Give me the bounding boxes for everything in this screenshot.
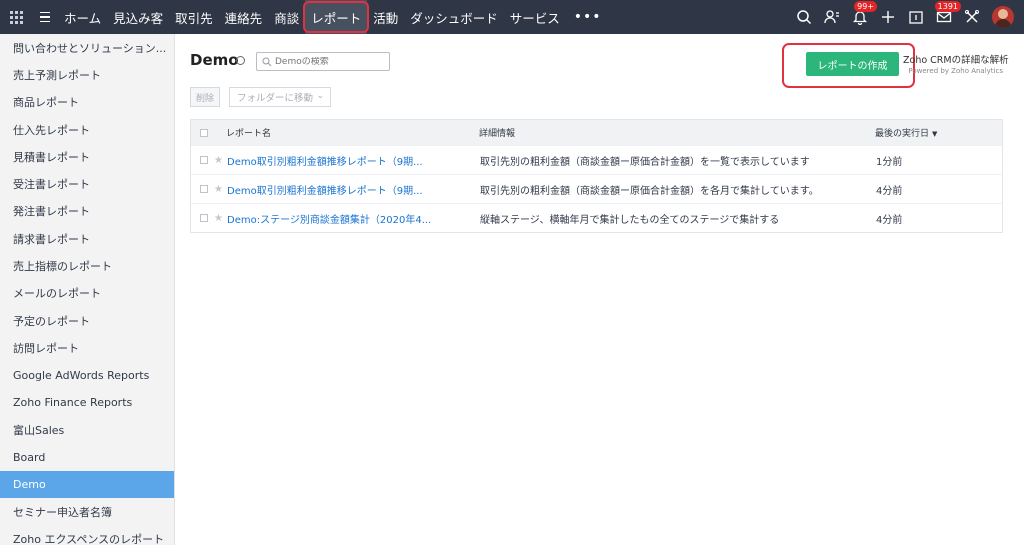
- star-icon[interactable]: ★: [214, 213, 226, 224]
- notification-bell-icon[interactable]: 99+: [846, 0, 877, 34]
- zoho-analytics-link[interactable]: Zoho CRMの詳細な解析 Powered by Zoho Analytics: [903, 52, 1009, 75]
- select-all-checkbox[interactable]: [200, 128, 211, 137]
- sidebar-item-purchase-order[interactable]: 発注書レポート: [0, 198, 174, 225]
- column-details: 詳細情報: [479, 129, 516, 139]
- sidebar-item-google-adwords[interactable]: Google AdWords Reports: [0, 362, 174, 389]
- tab-deals[interactable]: 商談: [268, 0, 305, 34]
- sidebar-item-quote[interactable]: 見積書レポート: [0, 143, 174, 170]
- row-checkbox[interactable]: [200, 214, 211, 222]
- globe-icon: [236, 56, 245, 65]
- top-navigation: ホーム 見込み客 取引先 連絡先 商談 レポート 活動 ダッシュボード サービス…: [0, 0, 1024, 34]
- mail-icon[interactable]: 1391: [930, 0, 961, 34]
- create-report-button[interactable]: レポートの作成: [806, 52, 899, 76]
- star-icon[interactable]: ★: [214, 184, 226, 195]
- report-detail: 縦軸ステージ、横軸年月で集計したもの全てのステージで集計する: [480, 214, 780, 226]
- page-title: Demo: [190, 51, 239, 69]
- calendar-icon[interactable]: [902, 0, 930, 34]
- sidebar-item-sales-order[interactable]: 受注書レポート: [0, 170, 174, 197]
- sidebar-item-zoho-expense[interactable]: Zoho エクスペンスのレポート: [0, 525, 174, 552]
- sidebar-item-vendor[interactable]: 仕入先レポート: [0, 116, 174, 143]
- sidebar-item-sales-metrics[interactable]: 売上指標のレポート: [0, 252, 174, 279]
- search-box[interactable]: [256, 52, 390, 71]
- table-header: レポート名 詳細情報 最後の実行日 ▼: [191, 120, 1002, 145]
- tab-dashboards[interactable]: ダッシュボード: [404, 0, 504, 34]
- setup-tools-icon[interactable]: [958, 0, 986, 34]
- report-folders-sidebar: 問い合わせとソリューション... 売上予測レポート 商品レポート 仕入先レポート…: [0, 34, 175, 546]
- sidebar-item-board[interactable]: Board: [0, 443, 174, 470]
- sidebar-item-demo[interactable]: Demo: [0, 470, 174, 499]
- search-icon[interactable]: [790, 0, 818, 34]
- column-last-run[interactable]: 最後の実行日 ▼: [875, 126, 995, 139]
- report-last-run: 1分前: [876, 156, 903, 168]
- sort-desc-icon: ▼: [932, 130, 938, 138]
- contacts-icon[interactable]: [818, 0, 846, 34]
- column-report-name: レポート名: [226, 129, 272, 139]
- analytics-title: Zoho CRMの詳細な解析: [903, 55, 1009, 66]
- table-row: ★ Demo取引別粗利金額推移レポート（9期... 取引先別の粗利金額（商談金額…: [191, 145, 1002, 174]
- sidebar-item-toyama-sales[interactable]: 富山Sales: [0, 416, 174, 443]
- table-row: ★ Demo取引別粗利金額推移レポート（9期... 取引先別の粗利金額（商談金額…: [191, 174, 1002, 203]
- tab-leads[interactable]: 見込み客: [107, 0, 169, 34]
- menu-icon[interactable]: [32, 0, 58, 34]
- chevron-down-icon: ⌄: [316, 91, 324, 101]
- report-link[interactable]: Demo取引別粗利金額推移レポート（9期...: [227, 186, 423, 197]
- tab-home[interactable]: ホーム: [58, 0, 107, 34]
- sidebar-item-visits[interactable]: 訪問レポート: [0, 334, 174, 361]
- move-to-folder-label: フォルダーに移動: [237, 93, 314, 104]
- sidebar-item-sales-forecast[interactable]: 売上予測レポート: [0, 61, 174, 88]
- sidebar-item-zoho-finance[interactable]: Zoho Finance Reports: [0, 389, 174, 416]
- search-input[interactable]: [275, 56, 385, 67]
- user-avatar[interactable]: [992, 6, 1014, 28]
- sidebar-item-seminar[interactable]: セミナー申込者名簿: [0, 498, 174, 525]
- reports-table: レポート名 詳細情報 最後の実行日 ▼ ★ Demo取引別粗利金額推移レポート（9…: [190, 119, 1003, 233]
- report-last-run: 4分前: [876, 185, 903, 197]
- more-tabs-button[interactable]: •••: [566, 0, 610, 34]
- table-row: ★ Demo:ステージ別商談金額集計（2020年4... 縦軸ステージ、横軸年月…: [191, 203, 1002, 232]
- sidebar-item-events[interactable]: 予定のレポート: [0, 307, 174, 334]
- add-icon[interactable]: [874, 0, 902, 34]
- delete-button[interactable]: 削除: [190, 87, 220, 107]
- report-detail: 取引先別の粗利金額（商談金額ー原価合計金額）を各月で集計しています。: [480, 185, 819, 197]
- row-checkbox[interactable]: [200, 185, 211, 193]
- tab-reports[interactable]: レポート: [303, 0, 370, 34]
- report-link[interactable]: Demo取引別粗利金額推移レポート（9期...: [227, 157, 423, 168]
- row-checkbox[interactable]: [200, 156, 211, 164]
- main-content: Demo レポートの作成 Zoho CRMの詳細な解析 Powered by Z…: [176, 34, 1024, 545]
- report-detail: 取引先別の粗利金額（商談金額ー原価合計金額）を一覧で表示しています: [480, 156, 810, 168]
- move-to-folder-button[interactable]: フォルダーに移動 ⌄: [229, 87, 331, 107]
- tab-accounts[interactable]: 取引先: [169, 0, 219, 34]
- sidebar-item-inquiry-solution[interactable]: 問い合わせとソリューション...: [0, 34, 174, 61]
- star-icon[interactable]: ★: [214, 155, 226, 166]
- header-actions: 99+ 1391: [790, 0, 1024, 34]
- app-grid-icon[interactable]: [0, 0, 32, 34]
- report-last-run: 4分前: [876, 214, 903, 226]
- report-link[interactable]: Demo:ステージ別商談金額集計（2020年4...: [227, 215, 431, 226]
- sidebar-item-invoice[interactable]: 請求書レポート: [0, 225, 174, 252]
- tab-activities[interactable]: 活動: [367, 0, 404, 34]
- search-icon: [262, 57, 272, 66]
- sidebar-item-product[interactable]: 商品レポート: [0, 89, 174, 116]
- tab-contacts[interactable]: 連絡先: [219, 0, 269, 34]
- sidebar-item-email[interactable]: メールのレポート: [0, 280, 174, 307]
- column-last-run-label: 最後の実行日: [875, 129, 930, 139]
- analytics-subtitle: Powered by Zoho Analytics: [908, 67, 1003, 75]
- tab-services[interactable]: サービス: [504, 0, 566, 34]
